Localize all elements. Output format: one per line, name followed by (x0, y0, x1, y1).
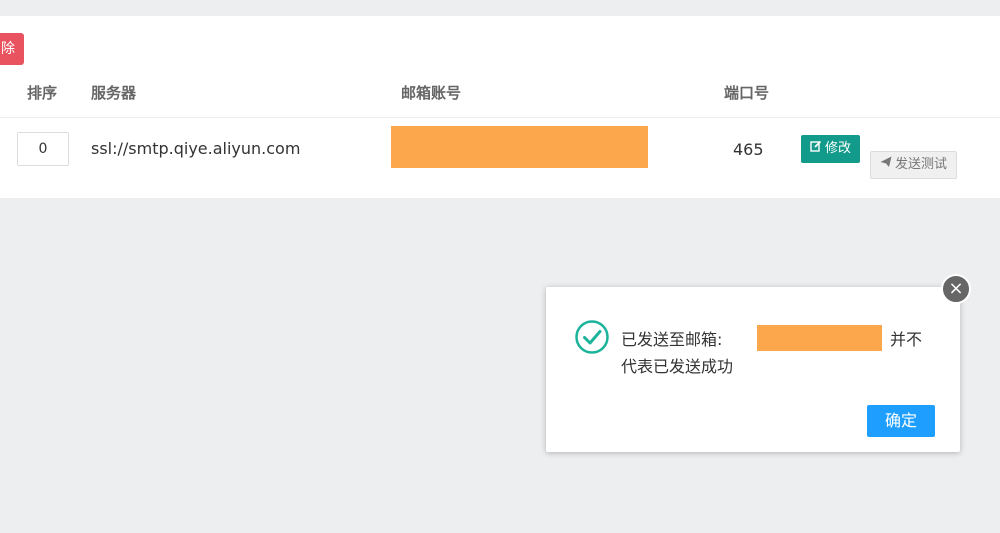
server-address: ssl://smtp.qiye.aliyun.com (91, 139, 301, 158)
dialog-message-suffix: 并不 (890, 330, 923, 349)
email-server-panel: 除 排序 服务器 邮箱账号 端口号 0 ssl://smtp.qiye.aliy… (0, 16, 1000, 198)
edit-label: 修改 (824, 141, 851, 156)
port-value: 465 (733, 140, 764, 159)
header-sort: 排序 (27, 84, 58, 102)
header-email-account: 邮箱账号 (401, 84, 462, 102)
header-server: 服务器 (91, 84, 137, 102)
confirm-button[interactable]: 确定 (867, 405, 935, 437)
edit-icon (810, 135, 822, 163)
send-test-button[interactable]: 发送测试 (870, 151, 957, 179)
close-icon[interactable]: × (941, 274, 971, 304)
delete-button[interactable]: 除 (0, 33, 24, 65)
sort-order-input[interactable]: 0 (17, 132, 69, 166)
send-icon (880, 152, 892, 178)
success-check-icon (575, 320, 609, 354)
send-test-label: 发送测试 (894, 157, 947, 172)
edit-button[interactable]: 修改 (801, 135, 860, 163)
redacted-email-account (391, 126, 648, 168)
header-divider (0, 117, 1000, 118)
header-port: 端口号 (724, 84, 770, 102)
redacted-email (757, 325, 882, 351)
dialog-message-line2: 代表已发送成功 (621, 357, 734, 376)
dialog-message-prefix: 已发送至邮箱: (621, 330, 723, 349)
send-result-dialog: 已发送至邮箱: 并不 代表已发送成功 确定 (546, 287, 960, 452)
